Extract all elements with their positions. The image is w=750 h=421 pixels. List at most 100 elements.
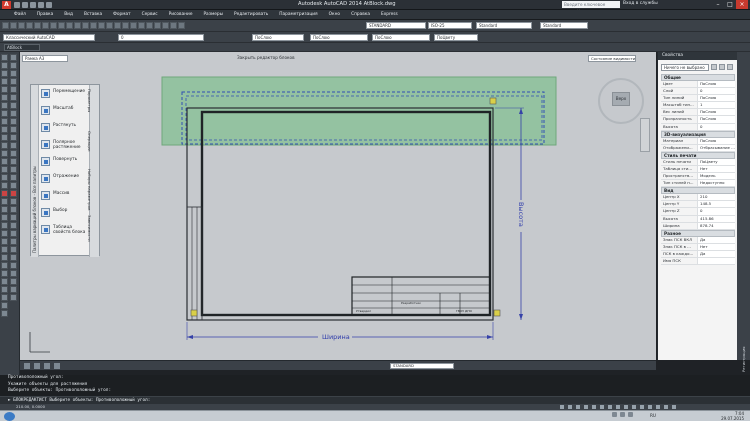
model-icon[interactable] [664, 405, 668, 409]
dim-arc-icon[interactable] [10, 70, 17, 77]
clock[interactable]: 7:04 29.07.2015 [721, 411, 744, 421]
table-icon[interactable] [1, 174, 8, 181]
width-dimension-label[interactable]: Ширина [322, 333, 350, 341]
prop-row[interactable]: Знак ПСК ВКЛ Да [661, 236, 735, 244]
list-icon[interactable] [10, 254, 17, 261]
copy-icon[interactable] [58, 22, 65, 29]
prop-row[interactable]: Высота 415.86 [661, 215, 735, 223]
prop-row[interactable]: Отображени... Отбрасывание ... [661, 144, 735, 152]
dim-baseline-icon[interactable] [10, 126, 17, 133]
point-icon[interactable] [1, 142, 8, 149]
mirror-icon[interactable] [1, 206, 8, 213]
undo-icon[interactable] [38, 2, 44, 8]
close-block-editor-button[interactable]: Закрыть редактор блоков [237, 55, 295, 60]
action-stretch[interactable]: Растянуть [41, 123, 91, 137]
ellipse-icon[interactable] [1, 118, 8, 125]
tolerance-icon[interactable] [10, 158, 17, 165]
navigation-bar[interactable] [640, 118, 650, 152]
line-icon[interactable] [1, 54, 8, 61]
menu-express[interactable]: Express [381, 12, 398, 17]
menu-parametric[interactable]: Параметризация [279, 12, 317, 17]
block-name-select[interactable]: Рамка А3 [22, 55, 68, 62]
insert-icon[interactable] [1, 126, 8, 133]
language-indicator[interactable]: RU [650, 413, 656, 418]
minimize-button[interactable]: – [712, 0, 724, 9]
fillet-icon[interactable] [1, 302, 8, 309]
sc-icon[interactable] [648, 405, 652, 409]
redo-icon[interactable] [46, 2, 52, 8]
workspace-icon[interactable] [672, 405, 676, 409]
cut-icon[interactable] [50, 22, 57, 29]
gradient-icon[interactable] [1, 158, 8, 165]
match-icon[interactable] [74, 22, 81, 29]
save-icon[interactable] [30, 2, 36, 8]
section-plot-style[interactable]: Стиль печати [661, 151, 735, 159]
mleader-style-select[interactable]: Standard [540, 22, 588, 29]
prop-row[interactable]: Знак ПСК в ... Нет [661, 243, 735, 251]
prop-row[interactable]: Прозрачность ПоСлою [661, 116, 735, 124]
visibility-state-select[interactable]: Состояние видимости0 [588, 55, 636, 62]
action-scale[interactable]: Масштаб [41, 106, 91, 120]
height-dimension-label[interactable]: Высота [517, 202, 525, 227]
block-icon[interactable] [1, 134, 8, 141]
dyn-icon[interactable] [616, 405, 620, 409]
open-icon[interactable] [10, 22, 17, 29]
print-icon[interactable] [26, 22, 33, 29]
dim-text-edit-icon[interactable] [10, 198, 17, 205]
am-icon[interactable] [656, 405, 660, 409]
dim-continue-icon[interactable] [10, 134, 17, 141]
prop-row[interactable]: Материал ПоСлою [661, 137, 735, 145]
measure-icon[interactable] [10, 238, 17, 245]
rectangle-icon[interactable] [1, 78, 8, 85]
prop-row[interactable]: Пространств... Модель [661, 173, 735, 181]
base-grip[interactable] [190, 309, 198, 317]
dim-style-icon[interactable] [10, 214, 17, 221]
linetype-select[interactable]: ПоСлою [310, 34, 368, 41]
rotate-icon[interactable] [1, 238, 8, 245]
action-polar-stretch[interactable]: Полярное растяжение [41, 140, 91, 154]
command-line-input[interactable]: ► БЛОКРЕДАКТИСТ Выберите объекты: Против… [0, 396, 750, 404]
otrack-icon[interactable] [600, 405, 604, 409]
area-icon[interactable] [10, 246, 17, 253]
paste-icon[interactable] [66, 22, 73, 29]
prop-row[interactable]: Цвет ПоСлою [661, 81, 735, 89]
jog-line-icon[interactable] [10, 182, 17, 189]
regen-icon[interactable] [10, 278, 17, 285]
width-grip[interactable] [493, 309, 501, 317]
snap-icon[interactable] [560, 405, 564, 409]
publish-icon[interactable] [42, 22, 49, 29]
zoom-window-icon[interactable] [114, 22, 121, 29]
dim-linear-icon[interactable] [10, 54, 17, 61]
menu-modify[interactable]: Редактировать [234, 12, 268, 17]
text-style-select[interactable]: STANDARD [366, 22, 426, 29]
undo-icon[interactable] [82, 22, 89, 29]
redo-icon[interactable] [90, 22, 97, 29]
prop-row[interactable]: Таблица сти... Нет [661, 165, 735, 174]
network-icon[interactable] [612, 412, 617, 417]
prop-row[interactable]: Стиль печати ПоЦвету [661, 158, 735, 166]
dim-jogged-icon[interactable] [10, 94, 17, 101]
arc-icon[interactable] [1, 86, 8, 93]
menu-view[interactable]: Вид [64, 12, 73, 17]
table-style-select[interactable]: Standard [476, 22, 532, 29]
menu-format[interactable]: Формат [113, 12, 130, 17]
ortho-icon[interactable] [576, 405, 580, 409]
quick-dim-icon[interactable] [10, 118, 17, 125]
workspace-select[interactable]: Классический AutoCAD [3, 34, 95, 41]
menu-file[interactable]: Файл [14, 12, 26, 17]
nav-prev-icon[interactable] [34, 363, 40, 369]
prop-row[interactable]: Вес линий ПоСлою [661, 109, 735, 117]
volume-icon[interactable] [620, 412, 625, 417]
dim-diameter-icon[interactable] [10, 102, 17, 109]
help-icon[interactable] [178, 22, 185, 29]
action-lookup[interactable]: Выбор [41, 208, 91, 222]
id-icon[interactable] [10, 262, 17, 269]
calculator-icon[interactable] [170, 22, 177, 29]
markup-icon[interactable] [162, 22, 169, 29]
prop-row[interactable]: Тип стилей п... Недоступно [661, 180, 735, 188]
tab-atblock[interactable]: AtBlock [4, 44, 40, 51]
hatch-icon[interactable] [1, 150, 8, 157]
lwt-icon[interactable] [624, 405, 628, 409]
sheet-set-icon[interactable] [154, 22, 161, 29]
trim-icon[interactable] [1, 262, 8, 269]
